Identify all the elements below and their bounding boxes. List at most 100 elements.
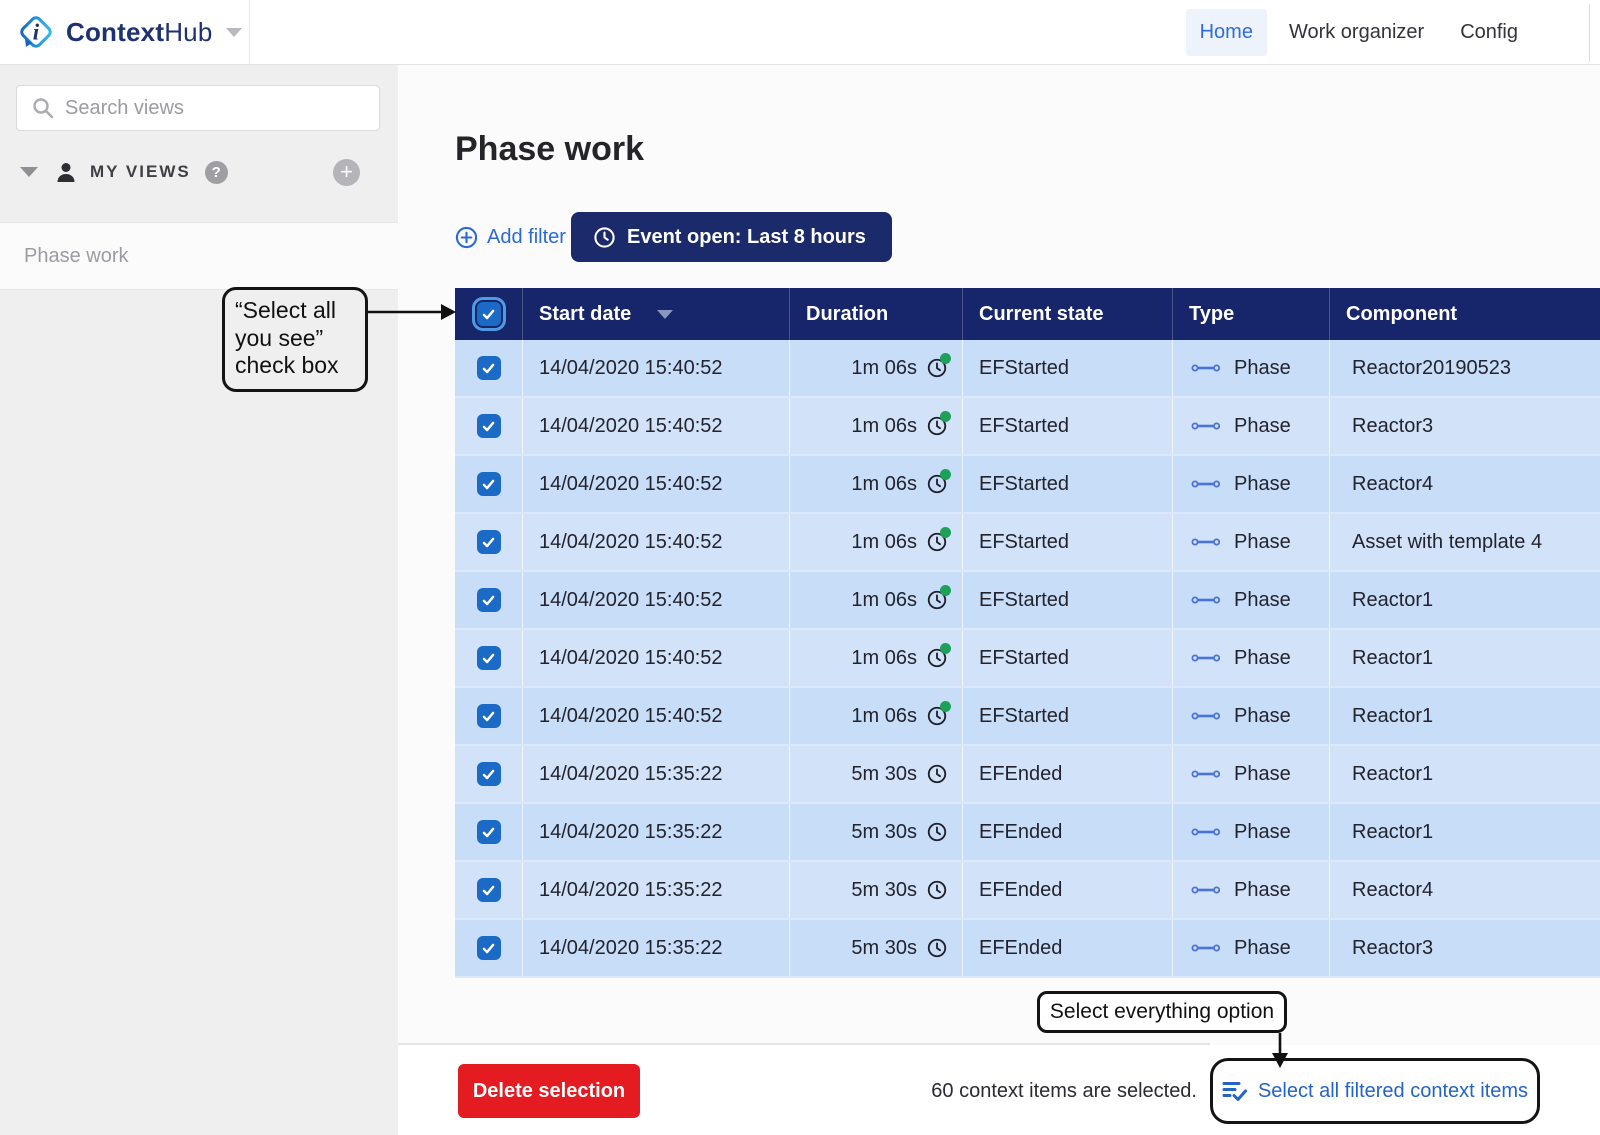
clock-icon: [593, 226, 616, 249]
row-checkbox-cell: [455, 862, 523, 918]
duration-clock-icon: [926, 647, 948, 669]
row-checkbox[interactable]: [477, 820, 501, 844]
help-icon[interactable]: ?: [205, 161, 228, 184]
row-checkbox-cell: [455, 398, 523, 454]
table-row: 14/04/2020 15:35:225m 30sEFEndedPhaseRea…: [455, 746, 1600, 804]
nav-home[interactable]: Home: [1186, 9, 1267, 56]
top-bar: i ContextHub Home Work organizer Config: [0, 0, 1600, 65]
cell-start-date: 14/04/2020 15:40:52: [523, 630, 790, 686]
my-views-header: MY VIEWS ? +: [0, 155, 398, 189]
running-indicator: [940, 527, 951, 538]
cell-component: Reactor3: [1330, 920, 1600, 976]
column-header-duration[interactable]: Duration: [790, 288, 963, 340]
phase-link-icon: [1191, 647, 1221, 670]
cell-current-state: EFStarted: [963, 340, 1173, 396]
nav-config[interactable]: Config: [1446, 9, 1532, 56]
filter-chip-event-open[interactable]: Event open: Last 8 hours: [571, 212, 892, 262]
cell-current-state: EFEnded: [963, 804, 1173, 860]
running-indicator: [940, 411, 951, 422]
duration-clock-icon: [926, 937, 948, 959]
delete-selection-button[interactable]: Delete selection: [458, 1064, 640, 1118]
cell-duration: 1m 06s: [790, 398, 963, 454]
cell-component: Asset with template 4: [1330, 514, 1600, 570]
row-checkbox[interactable]: [477, 704, 501, 728]
search-icon: [31, 96, 55, 120]
cell-current-state: EFStarted: [963, 456, 1173, 512]
cell-current-state: EFEnded: [963, 920, 1173, 976]
duration-clock-icon: [926, 357, 948, 379]
collapse-caret-icon[interactable]: [20, 167, 38, 177]
row-checkbox-cell: [455, 630, 523, 686]
duration-clock-icon: [926, 821, 948, 843]
cell-component: Reactor1: [1330, 630, 1600, 686]
nav-work-organizer[interactable]: Work organizer: [1275, 9, 1438, 56]
search-views-box[interactable]: [16, 85, 380, 131]
cell-start-date: 14/04/2020 15:40:52: [523, 398, 790, 454]
table-row: 14/04/2020 15:40:521m 06sEFStartedPhaseA…: [455, 514, 1600, 572]
annotation-arrow-down: [1266, 1033, 1294, 1069]
add-filter-label: Add filter: [487, 226, 566, 249]
select-all-filtered-link[interactable]: Select all filtered context items: [1222, 1079, 1528, 1103]
column-header-component[interactable]: Component: [1330, 288, 1600, 340]
table-row: 14/04/2020 15:35:225m 30sEFEndedPhaseRea…: [455, 920, 1600, 978]
select-everything-annotation-box: Select all filtered context items: [1210, 1058, 1540, 1124]
cell-current-state: EFStarted: [963, 572, 1173, 628]
row-checkbox[interactable]: [477, 356, 501, 380]
table-header-row: Start date Duration Current state Type C…: [455, 288, 1600, 340]
annotation-arrow-right: [368, 300, 456, 324]
plus-circle-icon: [455, 226, 478, 249]
phase-link-icon: [1191, 415, 1221, 438]
phase-link-icon: [1191, 763, 1221, 786]
sidebar-item-phase-work[interactable]: Phase work: [0, 222, 398, 290]
phase-link-icon: [1191, 589, 1221, 612]
row-checkbox[interactable]: [477, 472, 501, 496]
select-all-checkbox[interactable]: [477, 302, 501, 326]
brand-dropdown-caret-icon[interactable]: [226, 28, 242, 37]
annotation-line: check box: [235, 352, 357, 380]
sort-desc-icon: [657, 310, 673, 319]
row-checkbox[interactable]: [477, 414, 501, 438]
table-row: 14/04/2020 15:40:521m 06sEFStartedPhaseR…: [455, 572, 1600, 630]
table-row: 14/04/2020 15:40:521m 06sEFStartedPhaseR…: [455, 630, 1600, 688]
cell-component: Reactor1: [1330, 746, 1600, 802]
cell-type: Phase: [1173, 456, 1330, 512]
cell-type: Phase: [1173, 572, 1330, 628]
row-checkbox[interactable]: [477, 588, 501, 612]
cell-current-state: EFStarted: [963, 630, 1173, 686]
column-header-type[interactable]: Type: [1173, 288, 1330, 340]
cell-component: Reactor1: [1330, 688, 1600, 744]
row-checkbox-cell: [455, 572, 523, 628]
row-checkbox-cell: [455, 514, 523, 570]
app-logo[interactable]: i ContextHub: [0, 0, 250, 64]
add-filter-button[interactable]: Add filter: [455, 224, 566, 250]
search-views-input[interactable]: [65, 97, 355, 120]
cell-type: Phase: [1173, 688, 1330, 744]
sidebar: MY VIEWS ? + Phase work: [0, 65, 398, 1135]
row-checkbox[interactable]: [477, 762, 501, 786]
cell-current-state: EFEnded: [963, 746, 1173, 802]
duration-clock-icon: [926, 415, 948, 437]
annotation-select-all-you-see: “Select all you see” check box: [222, 287, 368, 392]
cell-duration: 5m 30s: [790, 920, 963, 976]
column-header-start-date[interactable]: Start date: [523, 288, 790, 340]
svg-text:i: i: [33, 20, 40, 45]
row-checkbox[interactable]: [477, 936, 501, 960]
cell-type: Phase: [1173, 514, 1330, 570]
select-all-filtered-label: Select all filtered context items: [1258, 1080, 1528, 1103]
my-views-title: MY VIEWS: [90, 162, 191, 182]
running-indicator: [940, 701, 951, 712]
row-checkbox[interactable]: [477, 646, 501, 670]
cell-component: Reactor1: [1330, 572, 1600, 628]
row-checkbox[interactable]: [477, 878, 501, 902]
add-view-button[interactable]: +: [333, 159, 360, 186]
row-checkbox[interactable]: [477, 530, 501, 554]
table-row: 14/04/2020 15:40:521m 06sEFStartedPhaseR…: [455, 340, 1600, 398]
brand-name: ContextHub: [66, 17, 212, 48]
nav-divider: [1589, 4, 1590, 62]
cell-component: Reactor3: [1330, 398, 1600, 454]
cell-duration: 1m 06s: [790, 572, 963, 628]
running-indicator: [940, 469, 951, 480]
column-header-current-state[interactable]: Current state: [963, 288, 1173, 340]
phase-link-icon: [1191, 879, 1221, 902]
duration-clock-icon: [926, 763, 948, 785]
